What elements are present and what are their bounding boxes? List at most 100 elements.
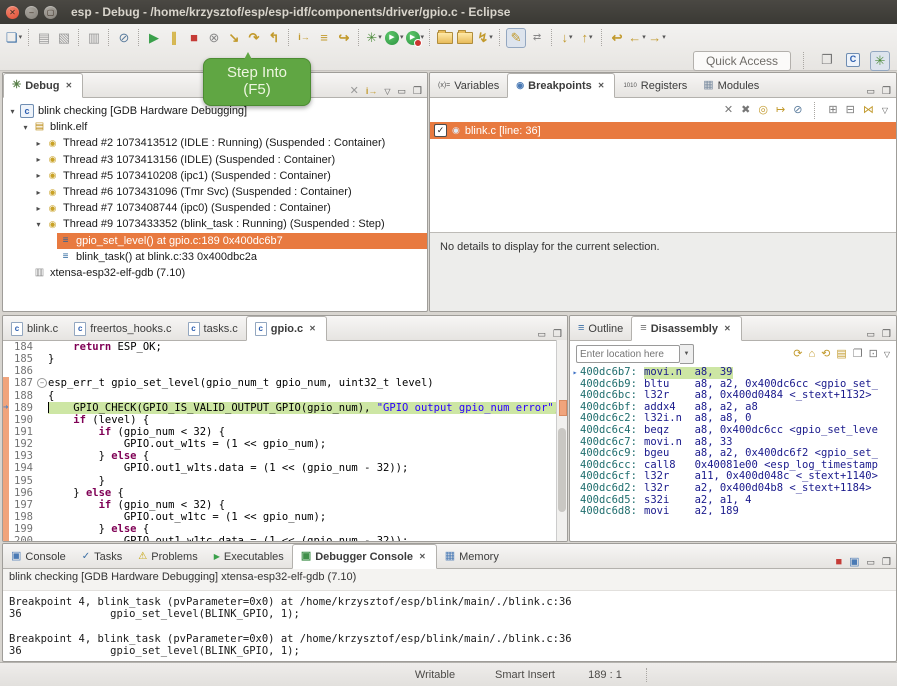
print-button[interactable]: ▥ — [85, 29, 103, 47]
tree-expander-icon[interactable]: ▸ — [33, 204, 44, 213]
tab-blink-c[interactable]: cblink.c — [3, 317, 66, 340]
display-selected-console-button[interactable]: ▣ — [849, 557, 859, 568]
line-number[interactable]: 189 — [9, 402, 36, 414]
maximize-button[interactable]: ❒ — [882, 557, 891, 568]
previous-annotation-button[interactable]: ↑▾ — [578, 29, 596, 47]
tab-registers[interactable]: 1010Registers — [615, 74, 695, 97]
maximize-button[interactable]: ❒ — [553, 329, 562, 340]
editor-scrollbar-thumb[interactable] — [558, 428, 566, 512]
line-number[interactable]: 193 — [9, 450, 36, 462]
breakpoint-checkbox[interactable]: ✓ — [434, 124, 447, 137]
tab-freertos-hooks-c[interactable]: cfreertos_hooks.c — [66, 317, 179, 340]
new-disassembly-view-button[interactable]: ❐ — [853, 349, 863, 360]
instruction-step-mode-button[interactable]: i→ — [366, 86, 378, 97]
cpp-perspective-button[interactable]: C — [844, 51, 862, 69]
expand-all-button[interactable]: ⊞ — [828, 105, 837, 116]
pin-view-button[interactable]: ⊡ — [869, 349, 878, 360]
run-button[interactable]: ▶▾ — [385, 29, 404, 47]
dropdown-arrow-icon[interactable]: ▾ — [662, 34, 666, 41]
tab-console[interactable]: ▣Console — [3, 545, 74, 568]
tree-expander-icon[interactable]: ▸ — [33, 171, 44, 180]
dropdown-arrow-icon[interactable]: ▾ — [642, 34, 646, 41]
tab-close-icon[interactable]: ✕ — [722, 323, 733, 334]
debug-tree-row[interactable]: ▸◉Thread #6 1073431096 (Tmr Svc) (Suspen… — [3, 184, 427, 200]
tree-expander-icon[interactable]: ▾ — [20, 123, 31, 132]
debug-tree-row[interactable]: ▾◉Thread #9 1073433352 (blink_task : Run… — [3, 216, 427, 232]
tab-executables[interactable]: ▶Executables — [206, 545, 292, 568]
line-number[interactable]: 188 — [9, 390, 36, 402]
maximize-button[interactable]: ❒ — [882, 86, 891, 97]
instruction-stepping-button[interactable]: i→ — [295, 29, 313, 47]
line-number[interactable]: 185 — [9, 353, 36, 365]
console-output[interactable]: Breakpoint 4, blink_task (pvParameter=0x… — [3, 591, 896, 662]
breakpoints-list[interactable]: ✓◉blink.c [line: 36] — [430, 122, 896, 139]
tab-outline[interactable]: ≡Outline — [570, 317, 631, 340]
disconnect-button[interactable]: ⊗ — [205, 29, 223, 47]
line-number[interactable]: 187 — [9, 377, 36, 389]
remove-all-terminated-button[interactable]: ✕ — [350, 86, 359, 97]
skip-all-breakpoints-button[interactable]: ⊘ — [793, 105, 802, 116]
tab-tasks-c[interactable]: ctasks.c — [180, 317, 246, 340]
open-folder-button[interactable] — [436, 29, 454, 47]
debug-launch-tree[interactable]: ▾cblink checking [GDB Hardware Debugging… — [3, 98, 427, 281]
show-supported-breakpoints-button[interactable]: ◎ — [758, 105, 768, 116]
drop-to-frame-button[interactable]: ≡ — [315, 29, 333, 47]
tab-close-icon[interactable]: ✕ — [417, 551, 428, 562]
debug-perspective-button[interactable]: ✳ — [870, 51, 890, 71]
refresh-view-button[interactable]: ⟳ — [793, 349, 802, 360]
debug-button[interactable]: ✳▾ — [365, 29, 383, 47]
new-wizard-button[interactable]: ❏▾ — [5, 29, 23, 47]
line-number[interactable]: 194 — [9, 462, 36, 474]
line-number[interactable]: 200 — [9, 535, 36, 541]
debug-tree-row[interactable]: ▸◉Thread #5 1073410208 (ipc1) (Suspended… — [3, 168, 427, 184]
line-number[interactable]: 195 — [9, 475, 36, 487]
remove-breakpoint-button[interactable]: ✕ — [724, 105, 733, 116]
line-number[interactable]: 199 — [9, 523, 36, 535]
maximize-button[interactable]: ❒ — [882, 329, 891, 340]
dropdown-arrow-icon[interactable]: ▾ — [378, 34, 382, 41]
dropdown-arrow-icon[interactable]: ▾ — [400, 34, 404, 41]
tab-tasks[interactable]: ✓Tasks — [74, 545, 131, 568]
minimize-button[interactable]: ▭ — [398, 86, 407, 97]
minimize-button[interactable]: ▭ — [538, 329, 547, 340]
dropdown-arrow-icon[interactable]: ▾ — [489, 34, 493, 41]
external-tools-button[interactable]: ▶▾ — [406, 29, 425, 47]
open-folder-alt-button[interactable] — [456, 29, 474, 47]
resume-button[interactable]: ▶ — [145, 29, 163, 47]
line-number[interactable]: 198 — [9, 511, 36, 523]
tab-debug[interactable]: ✳Debug✕ — [3, 73, 83, 98]
quick-access-box[interactable]: Quick Access — [693, 51, 791, 71]
minimize-button[interactable]: ▭ — [867, 329, 876, 340]
line-number[interactable]: 186 — [9, 365, 36, 377]
toggle-mark-occurrences-button[interactable]: ✎ — [506, 28, 526, 48]
window-maximize-button[interactable]: ▢ — [44, 6, 57, 19]
flash-button[interactable]: ↯▾ — [476, 29, 494, 47]
save-button[interactable]: ▤ — [35, 29, 53, 47]
goto-file-button[interactable]: ↦ — [776, 105, 785, 116]
stack-frame-selected[interactable]: ≡gpio_set_level() at gpio.c:189 0x400dc6… — [3, 233, 427, 249]
minimize-button[interactable]: ▭ — [867, 86, 876, 97]
view-menu-button[interactable]: ▽ — [384, 86, 390, 97]
fold-collapse-icon[interactable]: − — [37, 378, 47, 388]
step-return-button[interactable]: ↰ — [265, 29, 283, 47]
disassembly-listing[interactable]: ▸400dc6b7:movi.n a8, 39400dc6b9:bltu a8,… — [570, 367, 896, 515]
tab-problems[interactable]: ⚠Problems — [130, 545, 205, 568]
tab-close-icon[interactable]: ✕ — [63, 80, 74, 91]
show-source-button[interactable]: ▤ — [836, 349, 846, 360]
tab-debugger-console[interactable]: ▣Debugger Console✕ — [292, 544, 437, 569]
tree-expander-icon[interactable]: ▾ — [7, 107, 18, 116]
view-menu-button[interactable]: ▽ — [884, 349, 890, 360]
debug-tree-row[interactable]: ▸◉Thread #2 1073413512 (IDLE : Running) … — [3, 135, 427, 151]
use-step-filters-button[interactable]: ↪ — [335, 29, 353, 47]
sync-active-context-button[interactable]: ⟲ — [821, 349, 830, 360]
link-with-debug-view-button[interactable]: ⋈ — [863, 105, 874, 116]
terminate-button[interactable]: ■ — [185, 29, 203, 47]
terminate-console-button[interactable]: ■ — [835, 557, 842, 568]
line-number[interactable]: 197 — [9, 499, 36, 511]
last-edit-location-button[interactable]: ↩ — [608, 29, 626, 47]
location-input[interactable] — [576, 345, 680, 363]
code-editor-area[interactable]: 184 return ESP_OK;185}186187−esp_err_t g… — [3, 341, 567, 541]
minimize-button[interactable]: ▭ — [867, 557, 876, 568]
line-number[interactable]: 196 — [9, 487, 36, 499]
skip-all-breakpoints-button[interactable]: ⊘ — [115, 29, 133, 47]
